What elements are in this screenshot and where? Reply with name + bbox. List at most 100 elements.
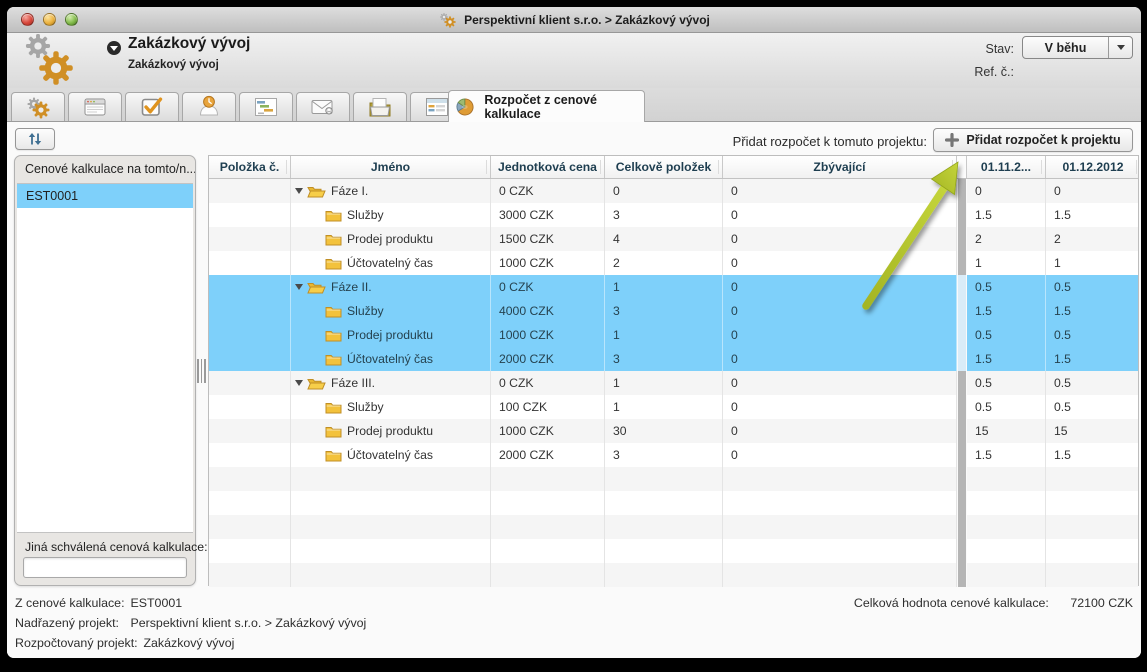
table-row[interactable]: Účtovatelný čas 2000 CZK 3 0 1.5 1.5 [209,347,1138,371]
row-name: Prodej produktu [347,323,433,347]
row-unit-price [491,563,605,587]
footer-parent-project: Nadřazený projekt: Perspektivní klient s… [15,616,366,630]
expander-triangle-icon[interactable] [295,188,303,194]
row-name: Fáze II. [331,275,372,299]
budgeted-project-value: Zakázkový vývoj [143,636,234,650]
panel-splitter-handle[interactable] [197,359,206,383]
column-header[interactable]: 01.12.2012 [1046,156,1140,178]
cell-item-number [209,419,291,443]
status-value: V běhu [1023,41,1108,55]
row-remaining [723,515,957,539]
row-period-1 [967,563,1046,587]
title-menu-button[interactable] [107,41,121,55]
tab-tasks[interactable] [125,92,179,121]
table-row[interactable] [209,563,1138,587]
active-tab-label: Rozpočet z cenové kalkulace [484,93,638,121]
cell-name: Služby [291,203,491,227]
mail-icon [310,95,336,119]
row-remaining: 0 [723,203,957,227]
folder-icon [307,281,326,294]
table-row[interactable]: Fáze I. 0 CZK 0 0 0 0 [209,179,1138,203]
row-unit-price: 1000 CZK [491,251,605,275]
row-name: Služby [347,203,384,227]
table-row[interactable]: Účtovatelný čas 2000 CZK 3 0 1.5 1.5 [209,443,1138,467]
cell-item-number [209,299,291,323]
row-unit-price: 1000 CZK [491,323,605,347]
ref-number-label: Ref. č.: [974,65,1014,79]
project-header: Zakázkový vývoj Zakázkový vývoj Stav: V … [7,33,1141,88]
status-dropdown[interactable]: V běhu [1022,36,1133,59]
column-header[interactable]: Položka č. [209,156,291,178]
column-header[interactable]: Zbývající [723,156,957,178]
table-row[interactable] [209,491,1138,515]
table-row[interactable] [209,467,1138,491]
sidebar-item[interactable]: EST0001 [17,184,193,208]
sidebar-list[interactable]: EST0001 [17,183,193,533]
from-calc-label: Z cenové kalkulace: [15,596,127,610]
chevron-down-icon [1109,45,1132,50]
cell-item-number [209,443,291,467]
row-total-items [605,563,723,587]
table-row[interactable]: Služby 3000 CZK 3 0 1.5 1.5 [209,203,1138,227]
person-time-icon [196,95,222,119]
cell-item-number [209,323,291,347]
expander-triangle-icon[interactable] [295,284,303,290]
row-unit-price: 2000 CZK [491,443,605,467]
row-name: Fáze III. [331,371,375,395]
table-row[interactable]: Prodej produktu 1500 CZK 4 0 2 2 [209,227,1138,251]
parent-project-label: Nadřazený projekt: [15,616,127,630]
row-name: Účtovatelný čas [347,251,433,275]
table-row[interactable]: Prodej produktu 1000 CZK 30 0 15 15 [209,419,1138,443]
table-row[interactable] [209,515,1138,539]
row-period-2: 15 [1046,419,1140,443]
expander-triangle-icon[interactable] [295,380,303,386]
row-period-2 [1046,491,1140,515]
row-remaining: 0 [723,227,957,251]
column-header[interactable]: Jednotková cena [491,156,605,178]
row-period-2 [1046,539,1140,563]
table-row[interactable]: Prodej produktu 1000 CZK 1 0 0.5 0.5 [209,323,1138,347]
folder-icon [325,425,342,438]
refresh-button[interactable] [15,128,55,150]
table-section-divider [957,395,967,419]
column-header[interactable]: Celkově položek [605,156,723,178]
add-budget-label: Přidat rozpočet k tomuto projektu: [733,134,927,149]
cell-item-number [209,563,291,587]
tab-gantt[interactable] [239,92,293,121]
row-unit-price: 0 CZK [491,371,605,395]
column-header[interactable]: Jméno [291,156,491,178]
cell-name: Účtovatelný čas [291,443,491,467]
tab-overview[interactable] [68,92,122,121]
folder-icon [325,353,342,366]
table-row[interactable]: Fáze II. 0 CZK 1 0 0.5 0.5 [209,275,1138,299]
column-header[interactable]: 01.11.2... [967,156,1046,178]
titlebar[interactable]: Perspektivní klient s.r.o. > Zakázkový v… [7,7,1141,33]
footer-total: Celková hodnota cenové kalkulace: 72100 … [854,596,1133,610]
row-remaining: 0 [723,251,957,275]
gantt-chart-icon [253,95,279,119]
sync-arrows-icon [26,131,44,147]
table-row[interactable] [209,539,1138,563]
table-section-divider [957,323,967,347]
cell-item-number [209,179,291,203]
tab-budget-active[interactable]: Rozpočet z cenové kalkulace [448,90,645,122]
table-section-divider [957,347,967,371]
row-remaining: 0 [723,371,957,395]
tab-documents[interactable] [353,92,407,121]
folder-icon [325,233,342,246]
table-row[interactable]: Fáze III. 0 CZK 1 0 0.5 0.5 [209,371,1138,395]
table-row[interactable]: Služby 4000 CZK 3 0 1.5 1.5 [209,299,1138,323]
tab-messages[interactable] [296,92,350,121]
table-section-divider [957,563,967,587]
row-total-items: 1 [605,323,723,347]
table-row[interactable]: Služby 100 CZK 1 0 0.5 0.5 [209,395,1138,419]
row-name: Účtovatelný čas [347,347,433,371]
table-row[interactable]: Účtovatelný čas 1000 CZK 2 0 1 1 [209,251,1138,275]
row-unit-price: 0 CZK [491,179,605,203]
row-total-items: 3 [605,347,723,371]
tab-time[interactable] [182,92,236,121]
folder-icon [307,377,326,390]
other-calc-input[interactable] [23,557,187,578]
tab-settings[interactable] [11,92,65,121]
add-budget-button[interactable]: Přidat rozpočet k projektu [933,128,1133,152]
